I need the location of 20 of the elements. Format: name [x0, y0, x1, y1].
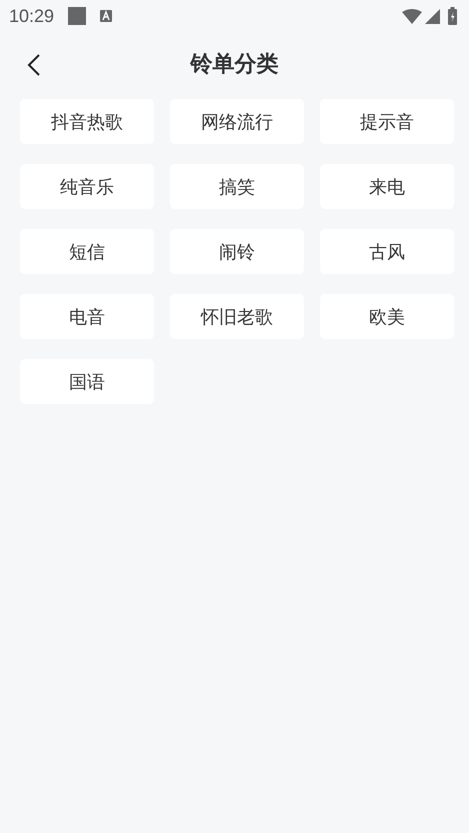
category-button[interactable]: 纯音乐 [20, 164, 154, 209]
category-button[interactable]: 搞笑 [170, 164, 304, 209]
category-button[interactable]: 电音 [20, 294, 154, 339]
category-button[interactable]: 欧美 [320, 294, 454, 339]
signal-icon [425, 8, 440, 24]
category-button[interactable]: 网络流行 [170, 99, 304, 144]
category-button[interactable]: 抖音热歌 [20, 99, 154, 144]
category-button[interactable]: 短信 [20, 229, 154, 274]
status-time: 10:29 [9, 6, 54, 26]
font-icon [100, 10, 112, 22]
category-button[interactable]: 来电 [320, 164, 454, 209]
category-button[interactable]: 提示音 [320, 99, 454, 144]
category-button[interactable]: 古风 [320, 229, 454, 274]
wifi-icon [402, 8, 422, 24]
square-icon [68, 7, 86, 25]
category-button[interactable]: 国语 [20, 359, 154, 404]
battery-icon [448, 7, 457, 25]
page-title: 铃单分类 [190, 51, 278, 79]
category-button[interactable]: 闹铃 [170, 229, 304, 274]
category-button[interactable]: 怀旧老歌 [170, 294, 304, 339]
